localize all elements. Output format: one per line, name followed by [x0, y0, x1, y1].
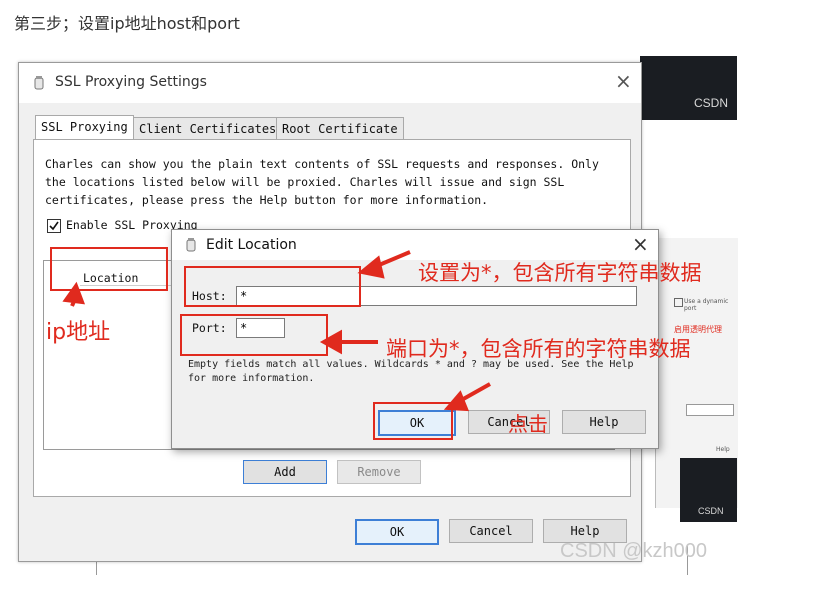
remove-button[interactable]: Remove — [337, 460, 421, 484]
ok-highlight-box — [373, 402, 453, 440]
location-annotation: ip地址 — [46, 320, 111, 345]
step-caption: 第三步；设置ip地址host和port — [14, 14, 240, 33]
cancel-button[interactable]: Cancel — [449, 519, 533, 543]
help-button[interactable]: Help — [562, 410, 646, 434]
close-icon[interactable]: × — [615, 69, 632, 93]
port-highlight-box — [180, 314, 328, 356]
background-watermark-2: CSDN — [698, 506, 724, 516]
add-button[interactable]: Add — [243, 460, 327, 484]
ssl-description: Charles can show you the plain text cont… — [45, 157, 599, 207]
dynamic-port-label: Use a dynamic port — [684, 298, 729, 312]
host-highlight-box — [184, 266, 361, 307]
background-screenshot-top: CSDN — [640, 56, 737, 120]
watermark: CSDN @kzh000 — [560, 540, 708, 562]
enable-ssl-proxying-checkbox[interactable] — [47, 219, 61, 233]
click-annotation: 点击 — [508, 412, 548, 436]
location-highlight-box — [50, 247, 168, 291]
host-annotation: 设置为*，包含所有字符串数据 — [418, 261, 702, 285]
ok-button[interactable]: OK — [355, 519, 439, 545]
tab-root-certificate[interactable]: Root Certificate — [276, 117, 404, 140]
tab-ssl-proxying[interactable]: SSL Proxying — [35, 115, 134, 140]
window-title: SSL Proxying Settings — [55, 74, 207, 90]
tab-client-certificates[interactable]: Client Certificates — [133, 117, 283, 140]
port-annotation: 端口为*，包含所有的字符串数据 — [386, 337, 691, 361]
checkmark-icon — [49, 221, 59, 231]
background-watermark: CSDN — [694, 96, 729, 110]
charles-jar-icon — [186, 238, 196, 252]
dialog-title: Edit Location — [206, 237, 297, 253]
charles-jar-icon — [34, 76, 44, 90]
close-icon[interactable]: × — [632, 232, 649, 256]
help-label: Help — [716, 446, 730, 453]
background-screenshot-bottom: CSDN — [680, 458, 737, 522]
